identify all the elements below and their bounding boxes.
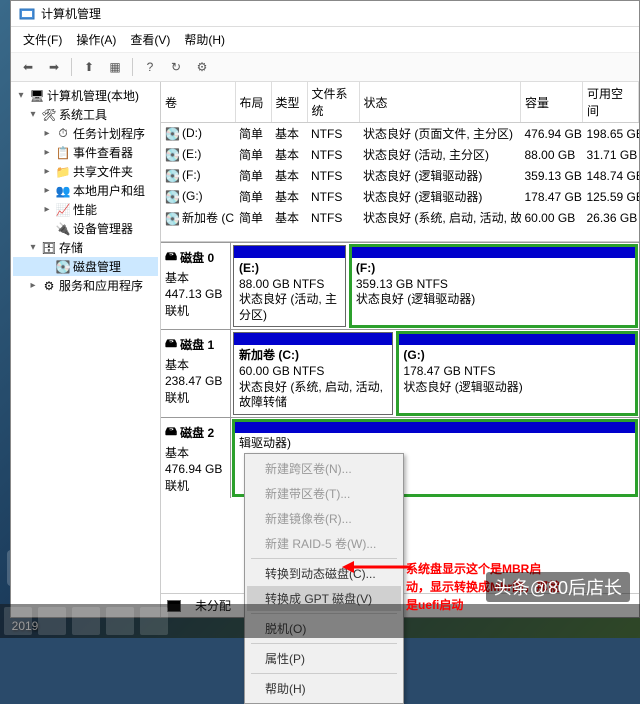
- context-menu: 新建跨区卷(N)... 新建带区卷(T)... 新建镜像卷(R)... 新建 R…: [244, 453, 404, 704]
- tree-users[interactable]: ▸👥本地用户和组: [13, 181, 158, 200]
- volume-row[interactable]: 💽(E:)简单基本NTFS状态良好 (活动, 主分区)88.00 GB31.71…: [161, 144, 639, 165]
- tree-storage[interactable]: ▾🗄存储: [13, 238, 158, 257]
- back-button[interactable]: ⬅: [17, 56, 39, 78]
- refresh-button[interactable]: ↻: [165, 56, 187, 78]
- disk-icon: 🖴: [165, 334, 177, 355]
- partition[interactable]: (E:)88.00 GB NTFS状态良好 (活动, 主分区): [233, 245, 346, 327]
- taskbar-icon[interactable]: [72, 607, 100, 635]
- tree-diskmgmt[interactable]: 💽磁盘管理: [13, 257, 158, 276]
- col-layout[interactable]: 布局: [235, 82, 271, 123]
- tree-shared[interactable]: ▸📁共享文件夹: [13, 162, 158, 181]
- taskbar-icon[interactable]: [140, 607, 168, 635]
- ctx-new-stripe[interactable]: 新建带区卷(T)...: [247, 481, 401, 506]
- settings-button[interactable]: ⚙: [191, 56, 213, 78]
- volume-icon: 💽: [165, 190, 179, 204]
- volume-row[interactable]: 💽新加卷 (C:)简单基本NTFS状态良好 (系统, 启动, 活动, 故障转储,…: [161, 207, 639, 228]
- device-icon: 🔌: [56, 222, 70, 236]
- show-hide-button[interactable]: ▦: [104, 56, 126, 78]
- col-free[interactable]: 可用空间: [583, 82, 639, 123]
- menu-file[interactable]: 文件(F): [17, 29, 68, 50]
- up-button[interactable]: ⬆: [78, 56, 100, 78]
- watermark: 头条@80后店长: [486, 572, 630, 602]
- toolbar: ⬅ ➡ ⬆ ▦ ? ↻ ⚙: [11, 53, 639, 82]
- nav-tree[interactable]: ▾🖥计算机管理(本地) ▾🛠系统工具 ▸⏱任务计划程序 ▸📋事件查看器 ▸📁共享…: [11, 82, 161, 617]
- ctx-properties[interactable]: 属性(P): [247, 646, 401, 671]
- volume-row[interactable]: 💽(D:)简单基本NTFS状态良好 (页面文件, 主分区)476.94 GB19…: [161, 123, 639, 145]
- tree-services[interactable]: ▸⚙服务和应用程序: [13, 276, 158, 295]
- folder-icon: 📁: [56, 165, 70, 179]
- col-type[interactable]: 类型: [271, 82, 307, 123]
- storage-icon: 🗄: [42, 241, 56, 255]
- disk-icon: 🖴: [165, 247, 177, 268]
- disk-row[interactable]: 🖴磁盘 1基本238.47 GB联机新加卷 (C:)60.00 GB NTFS状…: [161, 329, 639, 416]
- partition[interactable]: 新加卷 (C:)60.00 GB NTFS状态良好 (系统, 启动, 活动, 故…: [233, 332, 393, 414]
- volume-icon: 💽: [165, 127, 179, 141]
- menubar: 文件(F) 操作(A) 查看(V) 帮助(H): [11, 27, 639, 53]
- event-icon: 📋: [56, 146, 70, 160]
- ctx-new-span[interactable]: 新建跨区卷(N)...: [247, 456, 401, 481]
- taskbar-icon[interactable]: [4, 607, 32, 635]
- window-title: 计算机管理: [41, 5, 101, 22]
- col-status[interactable]: 状态: [359, 82, 521, 123]
- tree-perf[interactable]: ▸📈性能: [13, 200, 158, 219]
- taskbar-icon[interactable]: [38, 607, 66, 635]
- taskbar-icon[interactable]: [106, 607, 134, 635]
- volume-icon: 💽: [165, 212, 179, 226]
- partition[interactable]: (G:)178.47 GB NTFS状态良好 (逻辑驱动器): [397, 332, 637, 414]
- ctx-new-raid5[interactable]: 新建 RAID-5 卷(W)...: [247, 531, 401, 556]
- volume-list[interactable]: 卷 布局 类型 文件系统 状态 容量 可用空间 💽(D:)简单基本NTFS状态良…: [161, 82, 639, 242]
- computer-icon: 🖥: [30, 89, 44, 103]
- menu-view[interactable]: 查看(V): [124, 29, 176, 50]
- volume-row[interactable]: 💽(F:)简单基本NTFS状态良好 (逻辑驱动器)359.13 GB148.74…: [161, 165, 639, 186]
- menu-action[interactable]: 操作(A): [70, 29, 122, 50]
- menu-help[interactable]: 帮助(H): [178, 29, 231, 50]
- forward-button[interactable]: ➡: [43, 56, 65, 78]
- ctx-new-mirror[interactable]: 新建镜像卷(R)...: [247, 506, 401, 531]
- titlebar[interactable]: 计算机管理: [11, 1, 639, 27]
- disk-row[interactable]: 🖴磁盘 0基本447.13 GB联机(E:)88.00 GB NTFS状态良好 …: [161, 242, 639, 329]
- annotation-arrow: [342, 558, 412, 576]
- disk-info[interactable]: 🖴磁盘 0基本447.13 GB联机: [161, 243, 231, 329]
- col-volume[interactable]: 卷: [161, 82, 235, 123]
- disk-info[interactable]: 🖴磁盘 2基本476.94 GB联机: [161, 418, 231, 498]
- help-button[interactable]: ?: [139, 56, 161, 78]
- tree-root[interactable]: ▾🖥计算机管理(本地): [13, 86, 158, 105]
- volume-icon: 💽: [165, 169, 179, 183]
- tree-scheduler[interactable]: ▸⏱任务计划程序: [13, 124, 158, 143]
- partition[interactable]: (F:)359.13 GB NTFS状态良好 (逻辑驱动器): [350, 245, 637, 327]
- services-icon: ⚙: [42, 279, 56, 293]
- volume-row[interactable]: 💽(G:)简单基本NTFS状态良好 (逻辑驱动器)178.47 GB125.59…: [161, 186, 639, 207]
- users-icon: 👥: [56, 184, 70, 198]
- col-capacity[interactable]: 容量: [521, 82, 583, 123]
- tree-devmgr[interactable]: 🔌设备管理器: [13, 219, 158, 238]
- clock-icon: ⏱: [56, 127, 70, 141]
- tools-icon: 🛠: [42, 108, 56, 122]
- volume-icon: 💽: [165, 148, 179, 162]
- col-fs[interactable]: 文件系统: [307, 82, 359, 123]
- perf-icon: 📈: [56, 203, 70, 217]
- tree-systools[interactable]: ▾🛠系统工具: [13, 105, 158, 124]
- tree-eventviewer[interactable]: ▸📋事件查看器: [13, 143, 158, 162]
- disk-info[interactable]: 🖴磁盘 1基本238.47 GB联机: [161, 330, 231, 416]
- app-icon: [19, 6, 35, 22]
- disk-icon: 💽: [56, 260, 70, 274]
- disk-icon: 🖴: [165, 422, 177, 443]
- ctx-help[interactable]: 帮助(H): [247, 676, 401, 701]
